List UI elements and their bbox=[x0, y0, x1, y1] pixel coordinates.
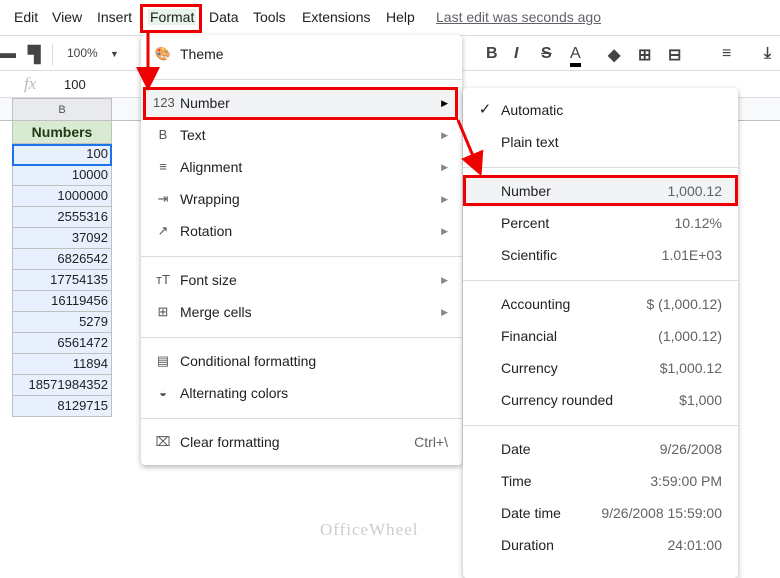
arrow-diagonal bbox=[456, 119, 484, 177]
arrows bbox=[136, 33, 484, 177]
watermark: OfficeWheel bbox=[320, 520, 419, 539]
